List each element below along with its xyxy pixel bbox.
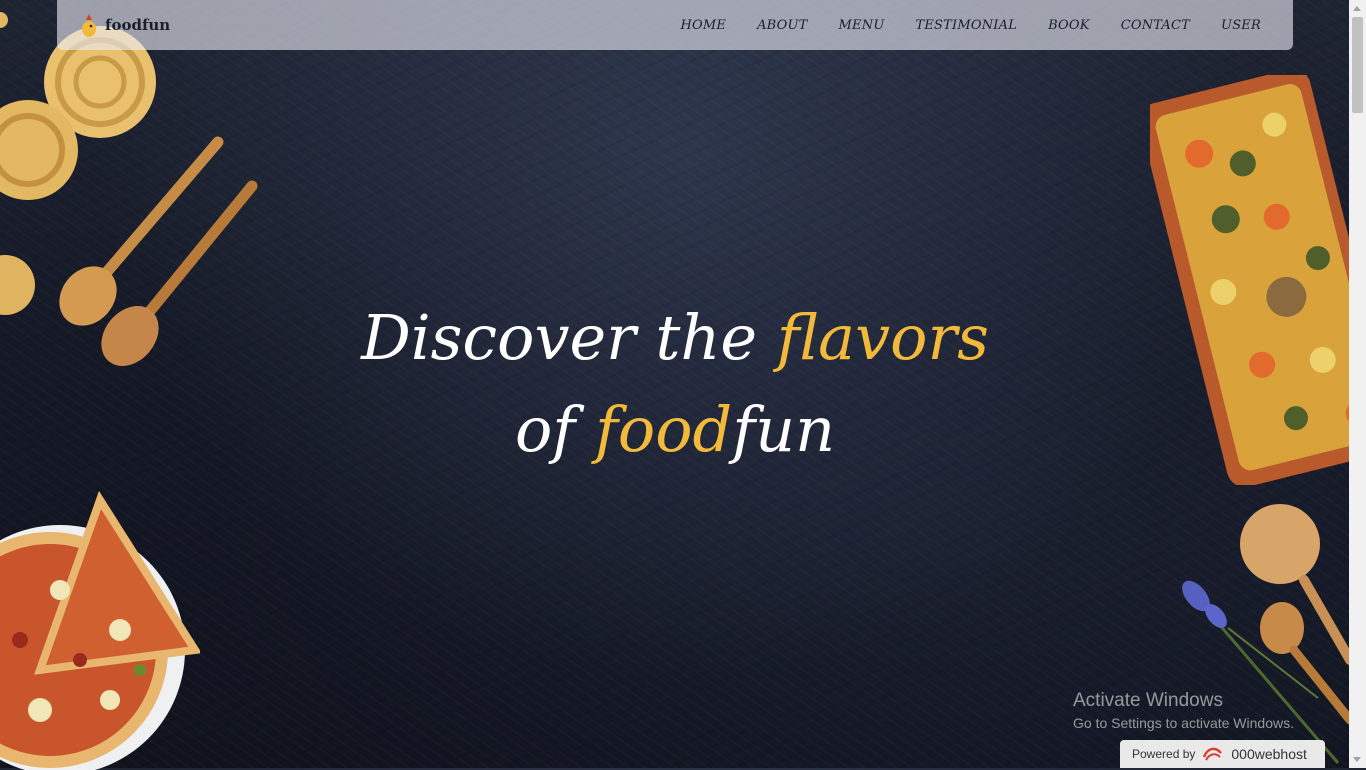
nav-item-menu[interactable]: MENU: [839, 18, 885, 33]
activate-windows-subtitle: Go to Settings to activate Windows.: [1073, 715, 1294, 731]
webhost-logo-icon: [1203, 747, 1223, 761]
nav-item-home[interactable]: HOME: [680, 18, 726, 33]
activate-windows-title: Activate Windows: [1073, 690, 1223, 711]
scroll-down-arrow-icon[interactable]: [1353, 757, 1361, 762]
hero-accent-flavors: flavors: [776, 301, 989, 374]
nav-item-testimonial[interactable]: TESTIMONIAL: [915, 18, 1017, 33]
nav-item-about[interactable]: ABOUT: [757, 18, 807, 33]
nav-links: HOME ABOUT MENU TESTIMONIAL BOOK CONTACT…: [680, 18, 1261, 33]
activate-windows-watermark: Activate Windows Go to Settings to activ…: [1073, 689, 1294, 733]
hero-line-2: of foodfun: [0, 384, 1350, 476]
hero-accent-food: food: [594, 393, 733, 466]
nav-item-user[interactable]: USER: [1221, 18, 1261, 33]
page-scrollbar[interactable]: [1349, 0, 1366, 768]
scrollbar-thumb[interactable]: [1352, 17, 1363, 113]
chef-logo-icon: [82, 14, 96, 37]
nav-item-contact[interactable]: CONTACT: [1121, 18, 1190, 33]
brand-logo-link[interactable]: foodfun: [79, 12, 170, 38]
hero-line2-text-a: of: [514, 393, 595, 466]
powered-by-badge[interactable]: Powered by 000webhost: [1120, 740, 1325, 768]
top-navbar: foodfun HOME ABOUT MENU TESTIMONIAL BOOK…: [57, 0, 1293, 50]
hero-line-1: Discover the flavors: [0, 292, 1350, 384]
scroll-up-arrow-icon[interactable]: [1353, 6, 1361, 11]
hero-heading: Discover the flavors of foodfun: [0, 292, 1350, 476]
powered-by-label: Powered by: [1132, 747, 1196, 761]
brand-name: foodfun: [105, 16, 171, 34]
powered-by-brand: 000webhost: [1231, 746, 1307, 762]
hero-line1-text: Discover the: [361, 301, 777, 374]
hero-line2-text-b: fun: [732, 393, 836, 466]
nav-item-book[interactable]: BOOK: [1048, 18, 1090, 33]
pizza-image: [0, 490, 200, 770]
